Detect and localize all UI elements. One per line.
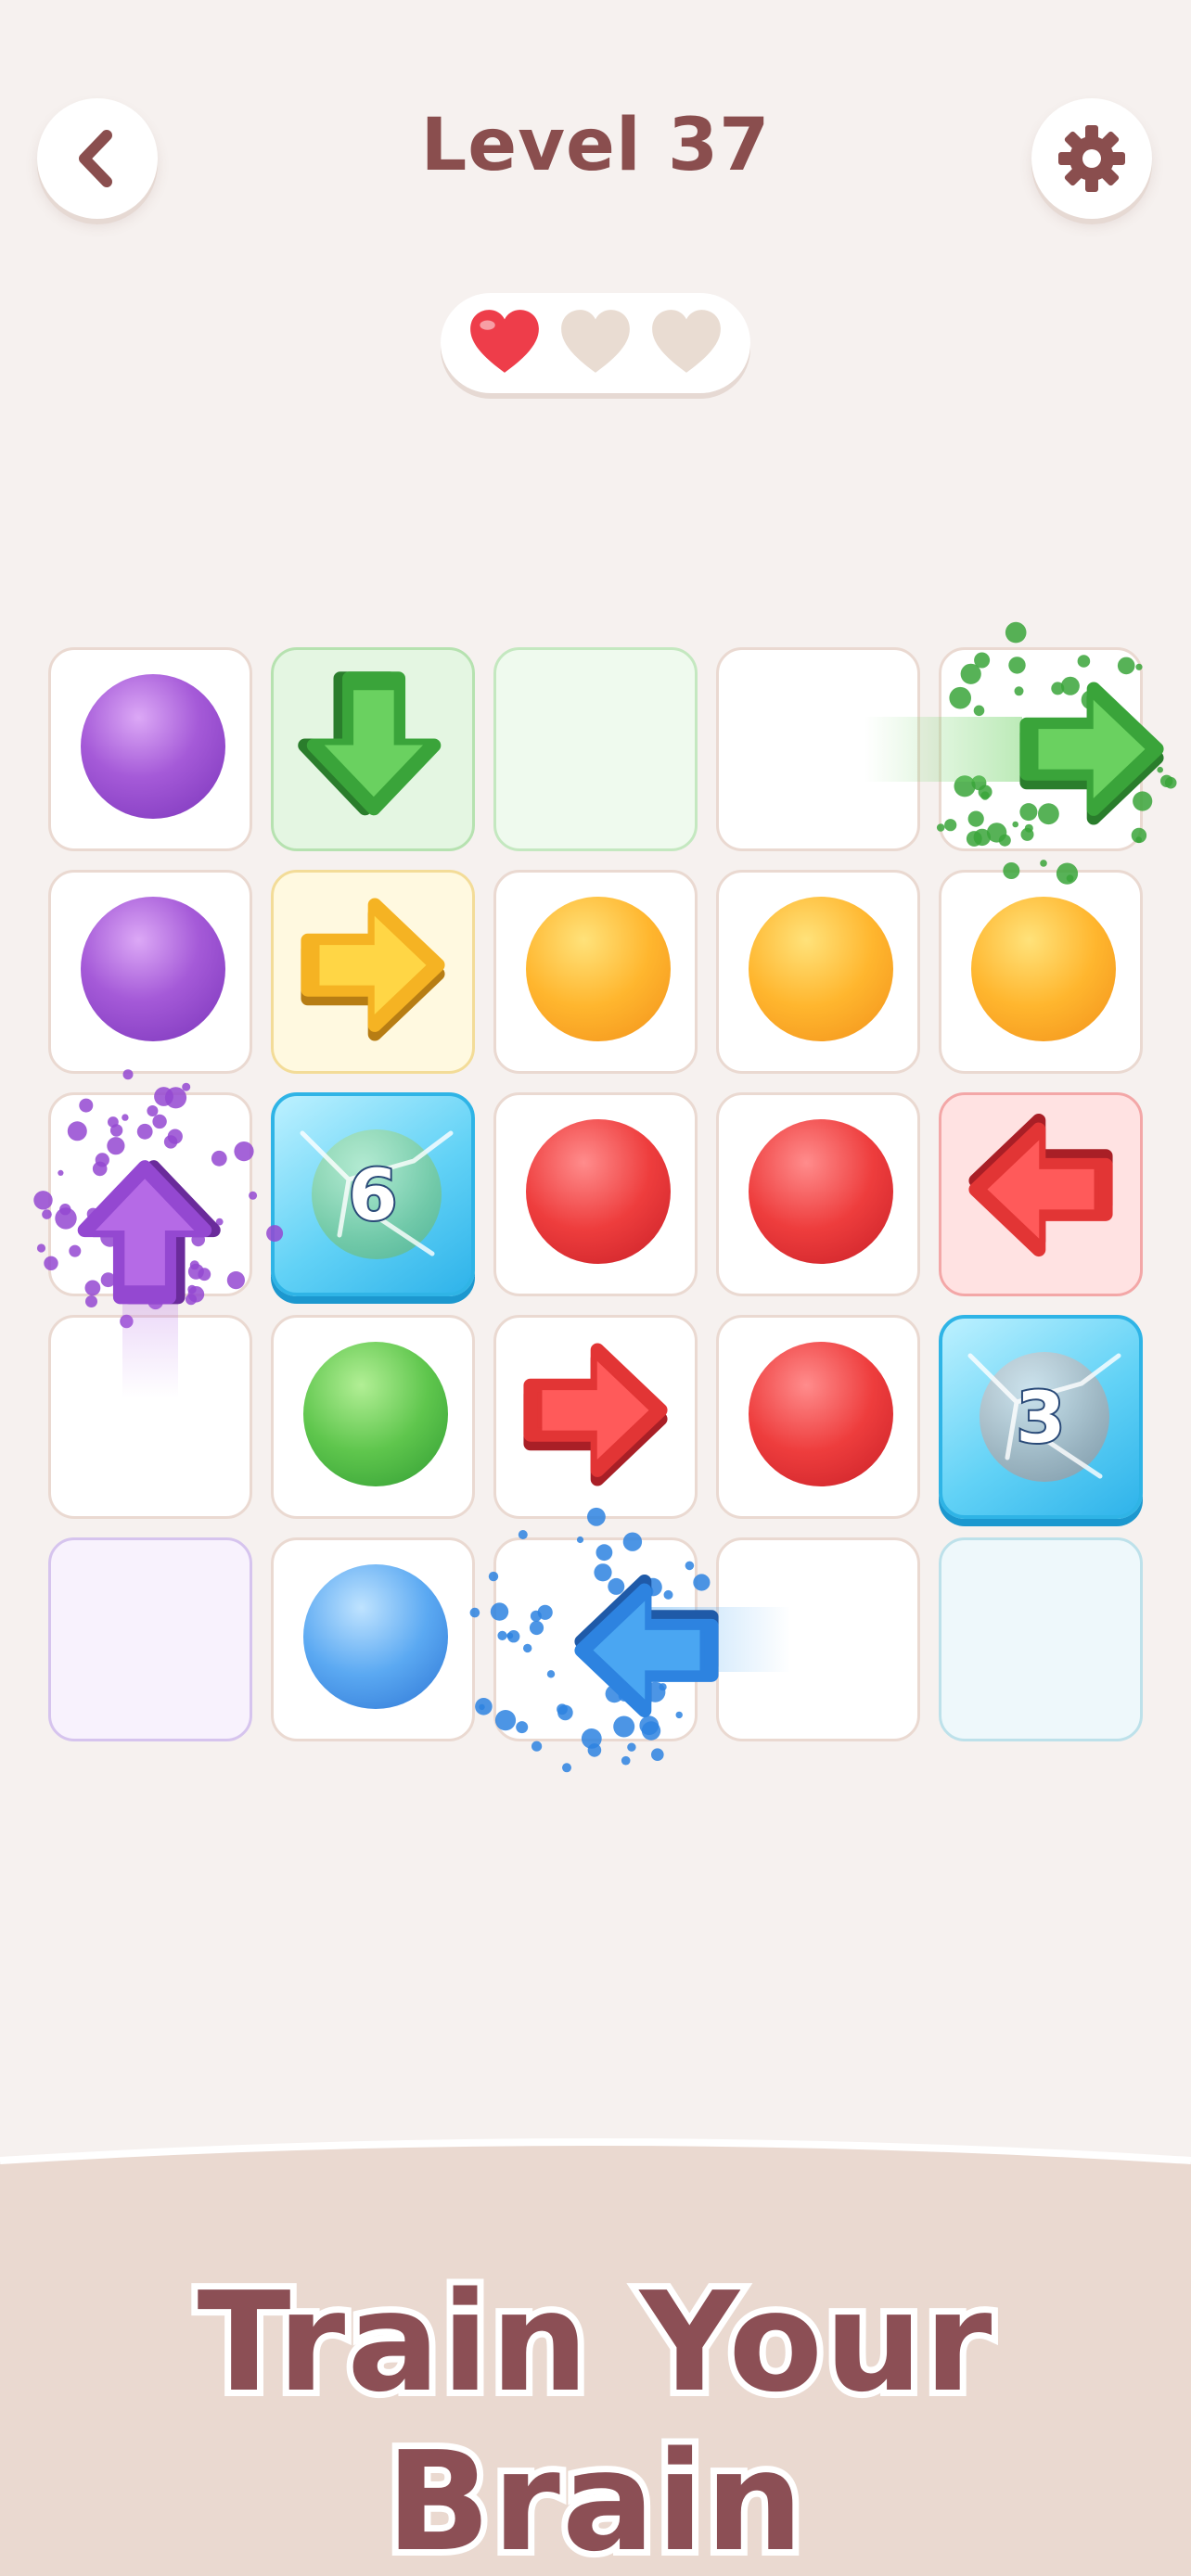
moving-arrow-up-icon [77, 1160, 221, 1305]
arrow-right-icon [301, 898, 445, 1041]
cell-ball-purple[interactable] [48, 647, 252, 851]
arrow-tile-yellow-right[interactable] [271, 870, 475, 1074]
cell-ball-green[interactable] [271, 1315, 475, 1519]
ball-purple [81, 674, 225, 826]
arrow-down-icon [298, 671, 442, 816]
ball-red [749, 1119, 893, 1271]
empty-cell[interactable] [493, 647, 698, 851]
ball-orange [971, 897, 1116, 1049]
arrow-tile-red-right[interactable] [493, 1315, 698, 1519]
ice-hit-counter: 6 [347, 1152, 400, 1238]
ball-orange [749, 897, 893, 1049]
arrow-right-icon [523, 1343, 668, 1486]
moving-arrow-left-icon [574, 1575, 719, 1718]
game-board: 63 [0, 0, 1191, 1855]
cell-ball-orange[interactable] [493, 870, 698, 1074]
ice-block[interactable]: 6 [271, 1092, 475, 1296]
ball-blue [303, 1564, 448, 1716]
ball-green [303, 1342, 448, 1494]
ball-orange [526, 897, 671, 1049]
moving-arrow-right-icon [1019, 682, 1164, 825]
arrow-left-icon [968, 1114, 1113, 1257]
cell-ball-blue[interactable] [271, 1537, 475, 1741]
cell-ball-purple[interactable] [48, 870, 252, 1074]
empty-cell[interactable] [939, 1537, 1143, 1741]
ice-hit-counter: 3 [1015, 1374, 1068, 1460]
game-screen: Level 37 63 Train Your Brain [0, 0, 1191, 2576]
cell-ball-red[interactable] [716, 1092, 920, 1296]
tagline: Train Your Brain [191, 2256, 999, 2576]
motion-trail [864, 717, 1022, 782]
ball-red [526, 1119, 671, 1271]
arrow-tile-green-down[interactable] [271, 647, 475, 851]
cell-ball-orange[interactable] [716, 870, 920, 1074]
ice-block[interactable]: 3 [939, 1315, 1143, 1519]
cell-ball-orange[interactable] [939, 870, 1143, 1074]
empty-cell[interactable] [48, 1537, 252, 1741]
arrow-tile-red-left[interactable] [939, 1092, 1143, 1296]
ball-red [749, 1342, 893, 1494]
cell-ball-red[interactable] [716, 1315, 920, 1519]
cell-ball-red[interactable] [493, 1092, 698, 1296]
ball-purple [81, 897, 225, 1049]
